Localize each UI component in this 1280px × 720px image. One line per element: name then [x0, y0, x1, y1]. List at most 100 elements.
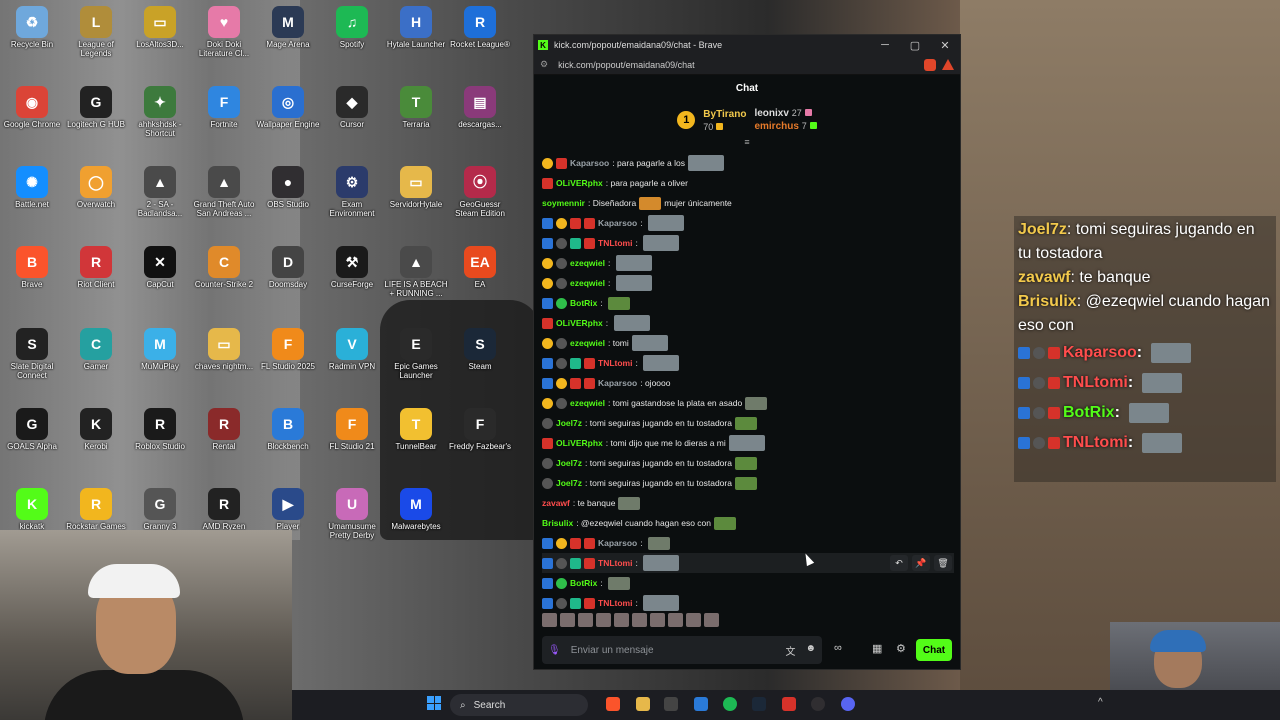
chat-message[interactable]: soymennir: Diseñadora mujer únicamente — [542, 193, 954, 213]
desktop-icon[interactable]: ◉ Google Chrome — [0, 84, 64, 129]
chat-message[interactable]: TNLtomi: ↶ 📌 🗑 — [542, 553, 954, 573]
quick-emote[interactable] — [542, 613, 557, 627]
desktop-icon[interactable]: ✺ Battle.net — [0, 164, 64, 209]
chat-username[interactable]: Brisulix — [542, 518, 573, 528]
chat-message[interactable]: OLiVERphx: — [542, 313, 954, 333]
desktop-icon[interactable]: C Counter-Strike 2 — [192, 244, 256, 289]
chat-username[interactable]: BotRix — [570, 298, 597, 308]
desktop-icon[interactable]: S Steam — [448, 326, 512, 371]
chat-message[interactable]: Joel7z: tomi seguiras jugando en tu tost… — [542, 473, 954, 493]
windows-start-icon[interactable] — [427, 696, 441, 710]
quick-emote[interactable] — [704, 613, 719, 627]
chat-username[interactable]: Kaparsoo — [598, 218, 637, 228]
spotify-taskbar-icon[interactable] — [723, 697, 737, 711]
reply-icon[interactable]: ↶ — [890, 555, 908, 571]
chat-message[interactable]: TNLtomi: — [542, 233, 954, 253]
chat-message[interactable]: Kaparsoo: — [542, 533, 954, 553]
chat-username[interactable]: soymennir — [542, 198, 585, 208]
emoji-icon[interactable]: ☻ — [805, 643, 816, 658]
mic-icon[interactable]: 🎙 — [548, 645, 561, 656]
chat-input-placeholder[interactable]: Enviar un mensaje — [571, 645, 654, 656]
desktop-icon[interactable]: K Kerobi — [64, 406, 128, 451]
desktop-icon[interactable]: T TunnelBear — [384, 406, 448, 451]
chat-username[interactable]: ezeqwiel — [570, 258, 605, 268]
chat-message[interactable]: OLiVERphx: tomi dijo que me lo dieras a … — [542, 433, 954, 453]
desktop-icon[interactable]: ▭ LosAltos3D... — [128, 4, 192, 49]
file-explorer-icon[interactable] — [636, 697, 650, 711]
brave-rewards-icon[interactable] — [942, 58, 954, 70]
desktop-icon[interactable]: F FL Studio 2025 — [256, 326, 320, 371]
desktop-icon[interactable]: D Doomsday — [256, 244, 320, 289]
chat-message[interactable]: Brisulix: @ezeqwiel cuando hagan eso con — [542, 513, 954, 533]
send-chat-button[interactable]: Chat — [916, 639, 952, 661]
app-taskbar-icon[interactable] — [694, 697, 708, 711]
desktop-icon[interactable]: H Hytale Launcher — [384, 4, 448, 49]
chat-message[interactable]: ezeqwiel: — [542, 253, 954, 273]
desktop-icon[interactable]: Kkickatk — [0, 486, 64, 531]
chat-username[interactable]: TNLtomi — [598, 598, 632, 608]
infinity-icon[interactable]: ∞ — [834, 642, 842, 654]
desktop-icon[interactable]: ▤ descargas... — [448, 84, 512, 129]
url-text[interactable]: kick.com/popout/emaidana09/chat — [558, 60, 695, 70]
close-button[interactable]: ✕ — [930, 39, 960, 52]
desktop-icon[interactable]: ▲ Grand Theft Auto San Andreas ... — [192, 164, 256, 218]
desktop-icon[interactable]: ◯ Overwatch — [64, 164, 128, 209]
chat-message[interactable]: ezeqwiel: tomi gastandose la plata en as… — [542, 393, 954, 413]
quick-emote[interactable] — [596, 613, 611, 627]
chat-username[interactable]: BotRix — [570, 578, 597, 588]
desktop-icon[interactable]: EA EA — [448, 244, 512, 289]
chat-username[interactable]: ezeqwiel — [570, 278, 605, 288]
quick-emote[interactable] — [578, 613, 593, 627]
quick-emote[interactable] — [668, 613, 683, 627]
collapse-icon[interactable]: ≡ — [534, 138, 960, 147]
chat-username[interactable]: Kaparsoo — [570, 158, 609, 168]
desktop-icon[interactable]: ✦ ahhkshdsk - Shortcut — [128, 84, 192, 138]
chat-input[interactable]: 🎙 Enviar un mensaje 文 ☻ — [542, 636, 822, 664]
gift-icon[interactable]: ▦ — [872, 642, 882, 655]
quick-emote[interactable] — [560, 613, 575, 627]
chat-username[interactable]: OLiVERphx — [556, 318, 603, 328]
desktop-icon[interactable]: G GOALS Alpha — [0, 406, 64, 451]
chat-username[interactable]: TNLtomi — [598, 238, 632, 248]
chat-message[interactable]: Kaparsoo: — [542, 213, 954, 233]
desktop-icon[interactable]: M Mage Arena — [256, 4, 320, 49]
chat-message[interactable]: ezeqwiel: — [542, 273, 954, 293]
brave-taskbar-icon[interactable] — [606, 697, 620, 711]
app-taskbar-icon[interactable] — [664, 697, 678, 711]
pin-icon[interactable]: 📌 — [912, 555, 930, 571]
chat-username[interactable]: zavawf — [542, 498, 570, 508]
desktop-icon[interactable]: M MuMuPlay — [128, 326, 192, 371]
chat-message[interactable]: Kaparsoo: para pagarle a los — [542, 153, 954, 173]
desktop-icon[interactable]: ● OBS Studio — [256, 164, 320, 209]
chat-username[interactable]: OLiVERphx — [556, 178, 603, 188]
desktop-icon[interactable]: ◎ Wallpaper Engine — [256, 84, 320, 129]
chat-message[interactable]: ezeqwiel: tomi — [542, 333, 954, 353]
desktop-icon[interactable]: L League of Legends — [64, 4, 128, 58]
desktop-icon[interactable]: R Riot Client — [64, 244, 128, 289]
minimize-button[interactable]: ─ — [870, 39, 900, 52]
chat-message[interactable]: BotRix: — [542, 293, 954, 313]
taskbar-search[interactable]: ⌕ Search — [450, 694, 588, 716]
desktop-icon[interactable]: R Roblox Studio — [128, 406, 192, 451]
site-info-icon[interactable]: ⚙ — [540, 59, 548, 70]
chat-username[interactable]: Joel7z — [556, 458, 582, 468]
chat-username[interactable]: Joel7z — [556, 478, 582, 488]
chat-message[interactable]: TNLtomi: — [542, 353, 954, 373]
desktop-icon[interactable]: T Terraria — [384, 84, 448, 129]
chat-username[interactable]: Joel7z — [556, 418, 582, 428]
desktop-icon[interactable]: ▲ LIFE IS A BEACH + RUNNING ... — [384, 244, 448, 298]
desktop-icon[interactable]: ▶ Player — [256, 486, 320, 531]
top-gifter-3[interactable]: emirchus — [754, 121, 798, 132]
desktop-icon[interactable]: V Radmin VPN — [320, 326, 384, 371]
desktop-icon[interactable]: F Fortnite — [192, 84, 256, 129]
desktop-icon[interactable]: ▭ ServidorHytale — [384, 164, 448, 209]
desktop-icon[interactable]: ▭ chaves nightm... — [192, 326, 256, 371]
desktop-icon[interactable]: B Brave — [0, 244, 64, 289]
chat-messages[interactable]: Kaparsoo: para pagarle a los OLiVERphx: p… — [542, 153, 954, 623]
chat-username[interactable]: ezeqwiel — [570, 398, 605, 408]
desktop-icon[interactable]: ♥ Doki Doki Literature Cl... — [192, 4, 256, 58]
desktop-icon[interactable]: G Granny 3 — [128, 486, 192, 531]
quick-emote[interactable] — [614, 613, 629, 627]
settings-icon[interactable]: ⚙ — [896, 642, 906, 655]
chat-message[interactable]: Joel7z: tomi seguiras jugando en tu tost… — [542, 453, 954, 473]
